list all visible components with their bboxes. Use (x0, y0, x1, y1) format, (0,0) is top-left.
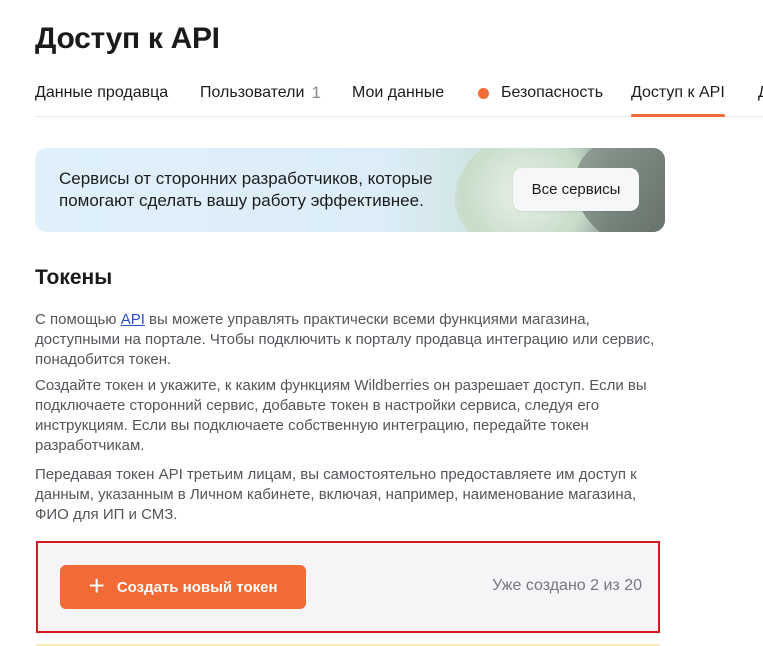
banner-text: Сервисы от сторонних разработчиков, кото… (59, 169, 433, 210)
create-token-panel: + Создать новый токен Уже создано 2 из 2… (36, 541, 660, 633)
all-services-button[interactable]: Все сервисы (513, 168, 639, 211)
tab-label: Мои данные (352, 84, 445, 101)
tokens-warning-paragraph: Передавая токен API третьим лицам, вы са… (35, 466, 637, 523)
tab-bar: Данные продавца Пользователи 1 Мои данны… (35, 74, 763, 117)
tab-seller-data[interactable]: Данные продавца (35, 82, 168, 104)
tab-label: Д (758, 84, 763, 102)
create-token-button[interactable]: + Создать новый токен (60, 565, 306, 609)
users-count-badge: 1 (311, 83, 321, 102)
tokens-intro-paragraph: С помощью API вы можете управлять практи… (35, 310, 655, 370)
notification-dot-icon (478, 87, 489, 99)
token-count-status: Уже создано 2 из 20 (492, 577, 642, 594)
tab-security[interactable]: Безопасность (478, 82, 603, 104)
tab-my-data[interactable]: Мои данные (352, 82, 444, 104)
create-token-label: Создать новый токен (116, 578, 278, 596)
tab-label: Пользователи (200, 84, 305, 101)
api-link[interactable]: API (121, 311, 145, 328)
tab-label: Безопасность (501, 84, 604, 101)
plus-icon: + (88, 570, 105, 601)
services-banner: Сервисы от сторонних разработчиков, кото… (35, 148, 665, 232)
tab-users[interactable]: Пользователи 1 (200, 82, 321, 104)
tab-label: Данные продавца (35, 84, 169, 101)
tokens-section-title: Токены (35, 266, 113, 289)
text-span: С помощью (35, 311, 121, 328)
tab-label: Доступ к API (631, 84, 725, 101)
page-title: Доступ к API (35, 22, 220, 55)
tab-overflow[interactable]: Д (758, 82, 763, 104)
tokens-instructions-paragraph: Создайте токен и укажите, к каким функци… (35, 377, 647, 454)
tab-api-access[interactable]: Доступ к API (631, 82, 725, 117)
